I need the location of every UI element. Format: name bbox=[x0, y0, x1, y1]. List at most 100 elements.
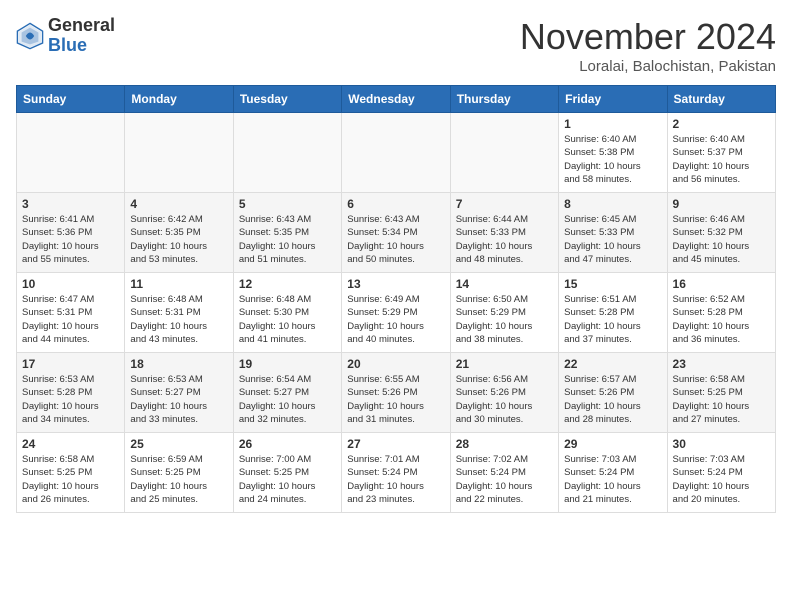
calendar-cell: 13 Sunrise: 6:49 AM Sunset: 5:29 PM Dayli… bbox=[342, 273, 450, 353]
calendar-cell bbox=[450, 113, 558, 193]
day-number: 20 bbox=[347, 357, 444, 371]
day-number: 19 bbox=[239, 357, 336, 371]
calendar-cell: 29Sunrise: 7:03 AM Sunset: 5:24 PM Dayli… bbox=[559, 433, 667, 513]
weekday-header-row: SundayMondayTuesdayWednesdayThursdayFrid… bbox=[17, 86, 776, 113]
day-info: Sunrise: 6:45 AM Sunset: 5:33 PM Dayligh… bbox=[564, 213, 661, 266]
calendar-cell: 30 Sunrise: 7:03 AM Sunset: 5:24 PM Dayli… bbox=[667, 433, 775, 513]
day-number: 7 bbox=[456, 197, 553, 211]
day-info: Sunrise: 7:01 AM Sunset: 5:24 PM Dayligh… bbox=[347, 453, 444, 506]
calendar-cell: 5Sunrise: 6:43 AM Sunset: 5:35 PM Daylig… bbox=[233, 193, 341, 273]
day-number: 22 bbox=[564, 357, 661, 371]
day-number: 4 bbox=[130, 197, 227, 211]
calendar-week-1: 1 Sunrise: 6:40 AM Sunset: 5:38 PM Daylig… bbox=[17, 113, 776, 193]
calendar-cell: 20 Sunrise: 6:55 AM Sunset: 5:26 PM Dayli… bbox=[342, 353, 450, 433]
day-number: 24 bbox=[22, 437, 119, 451]
day-info: Sunrise: 7:00 AM Sunset: 5:25 PM Dayligh… bbox=[239, 453, 336, 506]
calendar-cell: 9Sunrise: 6:46 AM Sunset: 5:32 PM Daylig… bbox=[667, 193, 775, 273]
calendar-cell: 23 Sunrise: 6:58 AM Sunset: 5:25 PM Dayli… bbox=[667, 353, 775, 433]
calendar-cell: 22 Sunrise: 6:57 AM Sunset: 5:26 PM Dayli… bbox=[559, 353, 667, 433]
calendar-cell: 2 Sunrise: 6:40 AM Sunset: 5:37 PM Daylig… bbox=[667, 113, 775, 193]
calendar-cell bbox=[17, 113, 125, 193]
calendar-cell bbox=[342, 113, 450, 193]
calendar-cell: 27 Sunrise: 7:01 AM Sunset: 5:24 PM Dayli… bbox=[342, 433, 450, 513]
day-info: Sunrise: 6:50 AM Sunset: 5:29 PM Dayligh… bbox=[456, 293, 553, 346]
calendar-cell: 11 Sunrise: 6:48 AM Sunset: 5:31 PM Dayli… bbox=[125, 273, 233, 353]
day-info: Sunrise: 6:43 AM Sunset: 5:34 PM Dayligh… bbox=[347, 213, 444, 266]
calendar-cell: 16 Sunrise: 6:52 AM Sunset: 5:28 PM Dayli… bbox=[667, 273, 775, 353]
day-info: Sunrise: 6:55 AM Sunset: 5:26 PM Dayligh… bbox=[347, 373, 444, 426]
weekday-header-sunday: Sunday bbox=[17, 86, 125, 113]
calendar-cell: 26 Sunrise: 7:00 AM Sunset: 5:25 PM Dayli… bbox=[233, 433, 341, 513]
weekday-header-tuesday: Tuesday bbox=[233, 86, 341, 113]
day-number: 13 bbox=[347, 277, 444, 291]
logo-text: General Blue bbox=[48, 16, 115, 56]
weekday-header-friday: Friday bbox=[559, 86, 667, 113]
day-info: Sunrise: 6:48 AM Sunset: 5:30 PM Dayligh… bbox=[239, 293, 336, 346]
day-info: Sunrise: 7:03 AM Sunset: 5:24 PM Dayligh… bbox=[673, 453, 770, 506]
day-number: 25 bbox=[130, 437, 227, 451]
day-number: 2 bbox=[673, 117, 770, 131]
day-number: 12 bbox=[239, 277, 336, 291]
day-number: 26 bbox=[239, 437, 336, 451]
day-number: 27 bbox=[347, 437, 444, 451]
day-number: 11 bbox=[130, 277, 227, 291]
day-info: Sunrise: 6:40 AM Sunset: 5:37 PM Dayligh… bbox=[673, 133, 770, 186]
day-info: Sunrise: 6:58 AM Sunset: 5:25 PM Dayligh… bbox=[673, 373, 770, 426]
calendar-cell: 7 Sunrise: 6:44 AM Sunset: 5:33 PM Daylig… bbox=[450, 193, 558, 273]
calendar-week-4: 17 Sunrise: 6:53 AM Sunset: 5:28 PM Dayli… bbox=[17, 353, 776, 433]
calendar-cell: 12 Sunrise: 6:48 AM Sunset: 5:30 PM Dayli… bbox=[233, 273, 341, 353]
day-info: Sunrise: 6:42 AM Sunset: 5:35 PM Dayligh… bbox=[130, 213, 227, 266]
day-info: Sunrise: 6:53 AM Sunset: 5:27 PM Dayligh… bbox=[130, 373, 227, 426]
day-info: Sunrise: 6:41 AM Sunset: 5:36 PM Dayligh… bbox=[22, 213, 119, 266]
day-info: Sunrise: 6:47 AM Sunset: 5:31 PM Dayligh… bbox=[22, 293, 119, 346]
page-header: General Blue November 2024 Loralai, Balo… bbox=[16, 16, 776, 75]
day-number: 30 bbox=[673, 437, 770, 451]
calendar-cell bbox=[233, 113, 341, 193]
day-info: Sunrise: 6:44 AM Sunset: 5:33 PM Dayligh… bbox=[456, 213, 553, 266]
calendar-cell: 25 Sunrise: 6:59 AM Sunset: 5:25 PM Dayli… bbox=[125, 433, 233, 513]
weekday-header-monday: Monday bbox=[125, 86, 233, 113]
day-info: Sunrise: 7:03 AM Sunset: 5:24 PM Dayligh… bbox=[564, 453, 661, 506]
weekday-header-wednesday: Wednesday bbox=[342, 86, 450, 113]
day-info: Sunrise: 6:53 AM Sunset: 5:28 PM Dayligh… bbox=[22, 373, 119, 426]
day-info: Sunrise: 6:43 AM Sunset: 5:35 PM Dayligh… bbox=[239, 213, 336, 266]
calendar-cell: 8 Sunrise: 6:45 AM Sunset: 5:33 PM Daylig… bbox=[559, 193, 667, 273]
day-number: 18 bbox=[130, 357, 227, 371]
day-number: 8 bbox=[564, 197, 661, 211]
calendar-cell: 6 Sunrise: 6:43 AM Sunset: 5:34 PM Daylig… bbox=[342, 193, 450, 273]
day-number: 10 bbox=[22, 277, 119, 291]
day-info: Sunrise: 6:49 AM Sunset: 5:29 PM Dayligh… bbox=[347, 293, 444, 346]
logo: General Blue bbox=[16, 16, 115, 56]
day-number: 14 bbox=[456, 277, 553, 291]
day-info: Sunrise: 6:52 AM Sunset: 5:28 PM Dayligh… bbox=[673, 293, 770, 346]
day-number: 1 bbox=[564, 117, 661, 131]
day-info: Sunrise: 6:40 AM Sunset: 5:38 PM Dayligh… bbox=[564, 133, 661, 186]
logo-icon bbox=[16, 22, 44, 50]
title-block: November 2024 Loralai, Balochistan, Paki… bbox=[520, 16, 776, 75]
day-info: Sunrise: 6:59 AM Sunset: 5:25 PM Dayligh… bbox=[130, 453, 227, 506]
weekday-header-thursday: Thursday bbox=[450, 86, 558, 113]
calendar-cell: 4 Sunrise: 6:42 AM Sunset: 5:35 PM Daylig… bbox=[125, 193, 233, 273]
day-number: 23 bbox=[673, 357, 770, 371]
day-number: 16 bbox=[673, 277, 770, 291]
calendar-cell: 10 Sunrise: 6:47 AM Sunset: 5:31 PM Dayli… bbox=[17, 273, 125, 353]
weekday-header-saturday: Saturday bbox=[667, 86, 775, 113]
day-info: Sunrise: 7:02 AM Sunset: 5:24 PM Dayligh… bbox=[456, 453, 553, 506]
day-info: Sunrise: 6:48 AM Sunset: 5:31 PM Dayligh… bbox=[130, 293, 227, 346]
month-title: November 2024 bbox=[520, 16, 776, 58]
calendar-cell: 17 Sunrise: 6:53 AM Sunset: 5:28 PM Dayli… bbox=[17, 353, 125, 433]
day-number: 17 bbox=[22, 357, 119, 371]
day-info: Sunrise: 6:51 AM Sunset: 5:28 PM Dayligh… bbox=[564, 293, 661, 346]
day-info: Sunrise: 6:54 AM Sunset: 5:27 PM Dayligh… bbox=[239, 373, 336, 426]
day-info: Sunrise: 6:57 AM Sunset: 5:26 PM Dayligh… bbox=[564, 373, 661, 426]
calendar-cell: 14 Sunrise: 6:50 AM Sunset: 5:29 PM Dayli… bbox=[450, 273, 558, 353]
day-number: 15 bbox=[564, 277, 661, 291]
calendar-cell: 3Sunrise: 6:41 AM Sunset: 5:36 PM Daylig… bbox=[17, 193, 125, 273]
day-number: 6 bbox=[347, 197, 444, 211]
calendar-week-3: 10 Sunrise: 6:47 AM Sunset: 5:31 PM Dayli… bbox=[17, 273, 776, 353]
calendar-cell: 19 Sunrise: 6:54 AM Sunset: 5:27 PM Dayli… bbox=[233, 353, 341, 433]
location: Loralai, Balochistan, Pakistan bbox=[520, 58, 776, 75]
calendar-cell: 28 Sunrise: 7:02 AM Sunset: 5:24 PM Dayli… bbox=[450, 433, 558, 513]
day-number: 28 bbox=[456, 437, 553, 451]
calendar-cell: 24Sunrise: 6:58 AM Sunset: 5:25 PM Dayli… bbox=[17, 433, 125, 513]
